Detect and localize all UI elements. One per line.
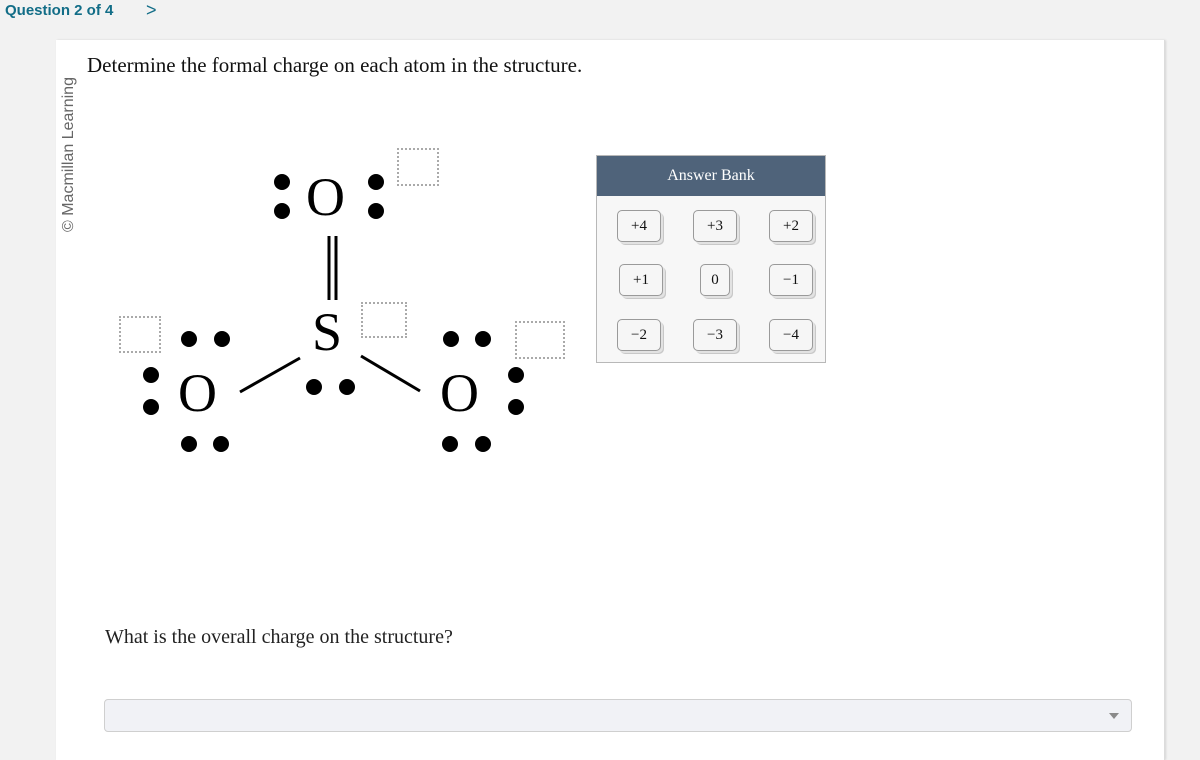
overall-charge-select[interactable]: [104, 699, 1132, 732]
answer-chip[interactable]: −2: [617, 319, 661, 351]
charge-drop-sulfur[interactable]: [361, 302, 407, 338]
dropdown-caret-icon: [1109, 713, 1119, 719]
electron-dot: [274, 174, 290, 190]
electron-dot: [508, 399, 524, 415]
answer-chip[interactable]: +3: [693, 210, 737, 242]
answer-chip[interactable]: −3: [693, 319, 737, 351]
question-counter: Question 2 of 4: [5, 2, 114, 19]
electron-dot: [143, 367, 159, 383]
electron-dot: [306, 379, 322, 395]
electron-dot: [274, 203, 290, 219]
electron-dot: [213, 436, 229, 452]
answer-chip[interactable]: −4: [769, 319, 813, 351]
question-nav: Question 2 of 4 >: [0, 0, 300, 26]
lewis-structure: O S O O: [100, 130, 580, 470]
atom-right-oxygen: O: [440, 363, 479, 423]
overall-charge-question: What is the overall charge on the struct…: [105, 626, 453, 648]
answer-chip[interactable]: +4: [617, 210, 661, 242]
electron-dot: [214, 331, 230, 347]
electron-dot: [475, 331, 491, 347]
charge-drop-left-oxygen[interactable]: [119, 316, 161, 353]
chevron-right-icon[interactable]: >: [146, 0, 157, 21]
atom-sulfur: S: [312, 302, 343, 362]
question-prompt: Determine the formal charge on each atom…: [87, 53, 583, 77]
answer-chip[interactable]: −1: [769, 264, 813, 296]
answer-chip[interactable]: 0: [700, 264, 730, 296]
electron-dot: [368, 174, 384, 190]
answer-chip[interactable]: +2: [769, 210, 813, 242]
electron-dot: [443, 331, 459, 347]
electron-dot: [508, 367, 524, 383]
answer-bank-title: Answer Bank: [597, 156, 825, 196]
electron-dot: [368, 203, 384, 219]
atom-top-oxygen: O: [306, 167, 345, 227]
electron-dot: [442, 436, 458, 452]
charge-drop-top-oxygen[interactable]: [397, 148, 439, 186]
electron-dot: [143, 399, 159, 415]
electron-dot: [181, 331, 197, 347]
electron-dot: [475, 436, 491, 452]
single-bond-left: [239, 356, 301, 394]
electron-dot: [181, 436, 197, 452]
copyright-label: © Macmillan Learning: [60, 77, 77, 232]
charge-drop-right-oxygen[interactable]: [515, 321, 565, 359]
atom-left-oxygen: O: [178, 363, 217, 423]
answer-chip[interactable]: +1: [619, 264, 663, 296]
single-bond-right: [360, 354, 421, 393]
answer-bank: Answer Bank +4 +3 +2 +1 0 −1 −2 −3 −4: [596, 155, 826, 363]
electron-dot: [339, 379, 355, 395]
